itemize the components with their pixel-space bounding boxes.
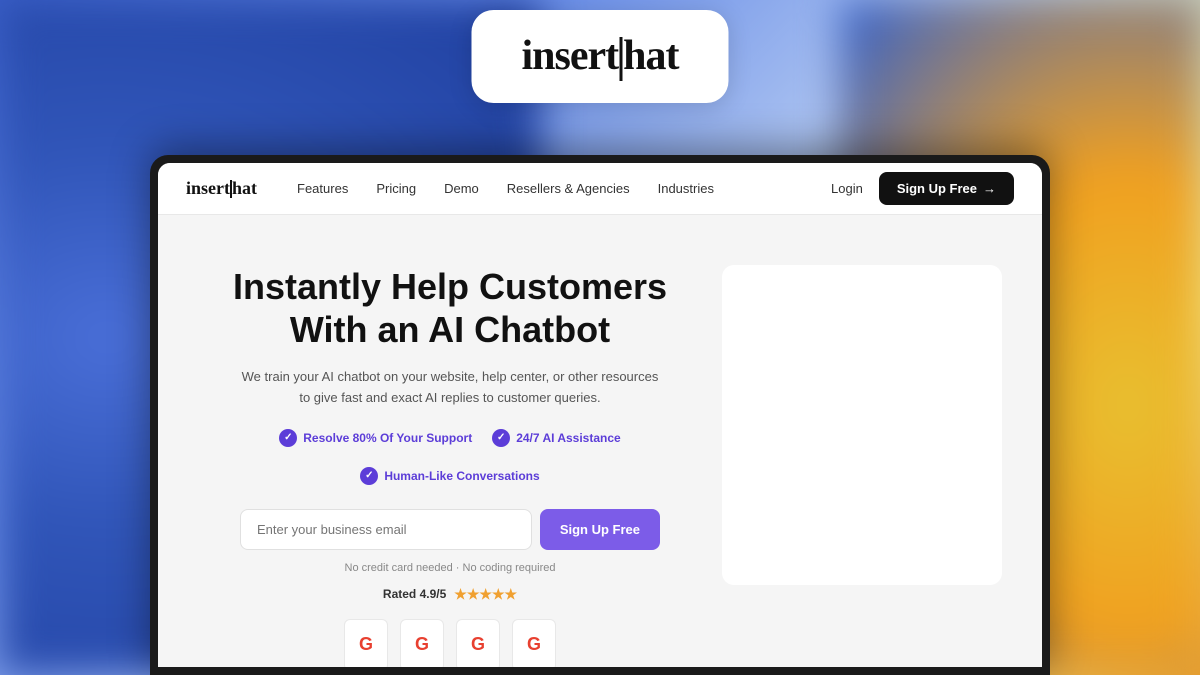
badge-text-3: Human-Like Conversations — [384, 469, 539, 483]
nav-login-link[interactable]: Login — [831, 181, 863, 196]
hero-fine-print: No credit card needed · No coding requir… — [198, 562, 702, 574]
hero-title: Instantly Help Customers With an AI Chat… — [198, 265, 702, 351]
nav-logo-after: hat — [232, 178, 257, 199]
nav-link-demo[interactable]: Demo — [444, 181, 479, 196]
hero-badge-conversations: ✓ Human-Like Conversations — [360, 467, 539, 485]
g2-badge-3: G — [456, 619, 500, 667]
hero-section: Instantly Help Customers With an AI Chat… — [158, 215, 1042, 667]
badge-check-icon-1: ✓ — [279, 429, 297, 447]
logo-cursor-icon — [619, 37, 622, 81]
hero-form: Sign Up Free — [240, 509, 660, 550]
navbar: inserthat Features Pricing Demo Reseller… — [158, 163, 1042, 215]
logo-card-text: inserthat — [521, 32, 678, 81]
nav-link-resellers[interactable]: Resellers & Agencies — [507, 181, 630, 196]
nav-logo-before: insert — [186, 178, 230, 199]
g2-badge-1: G — [344, 619, 388, 667]
hero-left: Instantly Help Customers With an AI Chat… — [198, 265, 702, 667]
nav-signup-label: Sign Up Free — [897, 181, 977, 196]
nav-signup-arrow: → — [983, 181, 996, 196]
device-screen: inserthat Features Pricing Demo Reseller… — [158, 163, 1042, 667]
badge-text-2: 24/7 AI Assistance — [516, 431, 621, 445]
logo-card: inserthat — [471, 10, 728, 103]
badge-check-icon-3: ✓ — [360, 467, 378, 485]
hero-badge-support: ✓ Resolve 80% Of Your Support — [279, 429, 472, 447]
nav-actions: Login Sign Up Free → — [831, 172, 1014, 205]
badge-text-1: Resolve 80% Of Your Support — [303, 431, 472, 445]
badge-check-icon-2: ✓ — [492, 429, 510, 447]
nav-link-pricing[interactable]: Pricing — [376, 181, 416, 196]
email-input[interactable] — [240, 509, 532, 550]
rating-stars: ★★★★★ — [454, 586, 517, 603]
nav-signup-button[interactable]: Sign Up Free → — [879, 172, 1014, 205]
rating-text: Rated 4.9/5 — [383, 587, 446, 601]
nav-links: Features Pricing Demo Resellers & Agenci… — [297, 181, 831, 196]
hero-badges: ✓ Resolve 80% Of Your Support ✓ 24/7 AI … — [198, 429, 702, 485]
g2-badge-4: G — [512, 619, 556, 667]
nav-link-industries[interactable]: Industries — [658, 181, 714, 196]
hero-subtitle: We train your AI chatbot on your website… — [240, 367, 660, 409]
logo-after: hat — [623, 33, 678, 79]
logo-before: insert — [521, 33, 618, 79]
hero-signup-button[interactable]: Sign Up Free — [540, 509, 660, 550]
nav-logo[interactable]: inserthat — [186, 178, 257, 199]
g2-badge-2: G — [400, 619, 444, 667]
hero-g2-logos: G G G G — [198, 619, 702, 667]
nav-link-features[interactable]: Features — [297, 181, 348, 196]
hero-title-line1: Instantly Help Customers — [233, 266, 667, 307]
device-frame: inserthat Features Pricing Demo Reseller… — [150, 155, 1050, 675]
hero-rating: Rated 4.9/5 ★★★★★ — [198, 586, 702, 603]
hero-title-line2: With an AI Chatbot — [290, 309, 610, 350]
hero-chat-preview — [722, 265, 1002, 585]
hero-badge-assistance: ✓ 24/7 AI Assistance — [492, 429, 621, 447]
